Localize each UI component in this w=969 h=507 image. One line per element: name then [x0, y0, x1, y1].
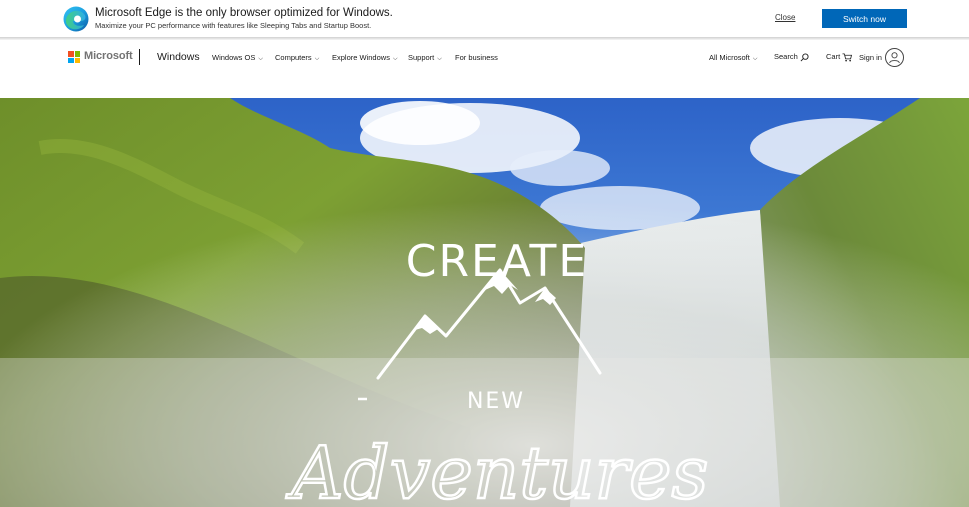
chevron-down-icon: ⌵ [437, 56, 442, 62]
nav-item-label: Support [408, 53, 435, 62]
windows-home-link[interactable]: Windows [157, 51, 200, 63]
nav-item-windows-os[interactable]: Windows OS ⌵ [212, 53, 263, 63]
cart-button[interactable]: Cart [826, 52, 853, 62]
nav-item-support[interactable]: Support ⌵ [408, 53, 442, 63]
switch-now-button[interactable]: Switch now [822, 9, 907, 28]
search-label: Search [774, 52, 798, 61]
nav-item-label: Explore Windows [332, 53, 390, 62]
search-icon [800, 52, 809, 61]
brand-divider [139, 49, 140, 65]
cart-label: Cart [826, 52, 841, 61]
cart-icon [842, 53, 853, 61]
edge-logo-icon [63, 6, 89, 32]
site-header: Microsoft Windows Windows OS ⌵ Computers ⌵… [0, 40, 969, 98]
chevron-down-icon: ⌵ [752, 56, 758, 62]
chevron-down-icon: ⌵ [392, 56, 398, 62]
search-button[interactable]: Search [774, 52, 809, 62]
all-microsoft-menu[interactable]: All Microsoft ⌵ [709, 53, 757, 63]
edge-banner-subtitle: Maximize your PC performance with featur… [95, 21, 372, 30]
hero-banner: CREATE NEW Adventures [0, 98, 969, 507]
close-banner-link[interactable]: Close [775, 13, 795, 22]
sign-in-link[interactable]: Sign in [859, 53, 882, 62]
nav-item-label: Computers [275, 53, 312, 62]
hero-adventures-text: Adventures [285, 431, 708, 507]
edge-banner-title: Microsoft Edge is the only browser optim… [95, 7, 393, 19]
chevron-down-icon: ⌵ [314, 56, 320, 62]
nav-item-explore-windows[interactable]: Explore Windows ⌵ [332, 53, 398, 63]
microsoft-brand-link[interactable]: Microsoft [84, 50, 133, 62]
nav-item-for-business[interactable]: For business [455, 53, 498, 62]
edge-promo-banner: Microsoft Edge is the only browser optim… [0, 0, 969, 37]
hero-create-text: CREATE [406, 236, 588, 287]
chevron-down-icon: ⌵ [258, 56, 263, 62]
create-new-adventures-overlay: CREATE NEW Adventures [284, 236, 710, 507]
microsoft-logo-icon[interactable] [68, 51, 80, 63]
hero-new-text: NEW [467, 389, 525, 414]
all-microsoft-label: All Microsoft [709, 53, 750, 62]
account-avatar-icon[interactable] [885, 48, 904, 67]
nav-item-computers[interactable]: Computers ⌵ [275, 53, 319, 63]
nav-item-label: For business [455, 53, 498, 62]
nav-item-label: Windows OS [212, 53, 256, 62]
